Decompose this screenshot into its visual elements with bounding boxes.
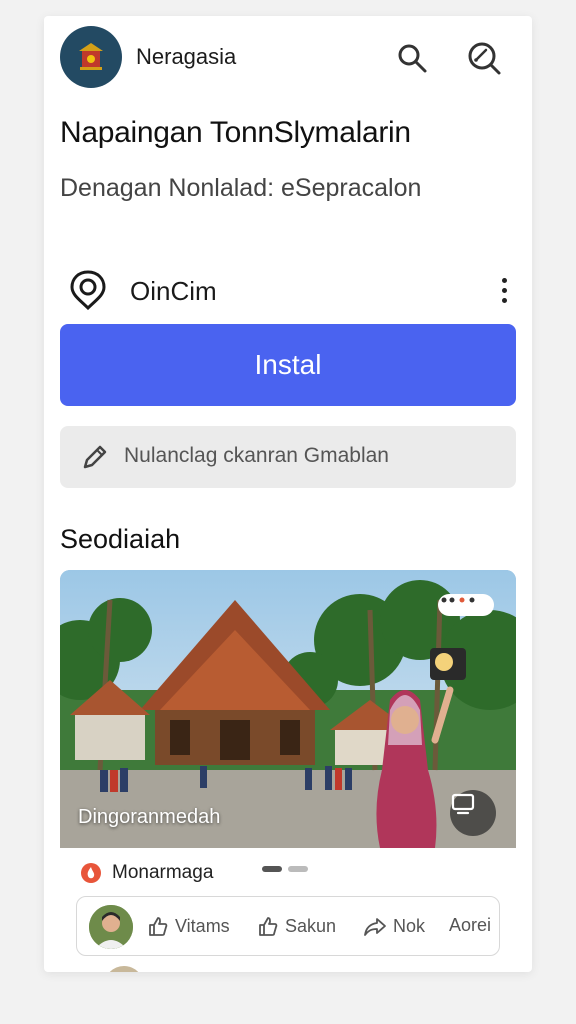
meta-label: Monarmaga: [112, 862, 214, 883]
thumbs-up-icon: [149, 917, 168, 936]
like-label: Vitams: [175, 915, 230, 936]
save-button[interactable]: Sakun: [257, 915, 336, 937]
action-bar: Vitams Sakun Nok Aorei: [76, 896, 500, 956]
location-pin-icon: [66, 268, 110, 312]
dots-icon[interactable]: [438, 594, 494, 616]
install-button[interactable]: Instal: [60, 324, 516, 406]
more-label: Aorei: [449, 915, 492, 935]
like-button[interactable]: Vitams: [147, 915, 230, 937]
hero-image[interactable]: Dingoranmedah: [60, 570, 516, 848]
search-icon[interactable]: [392, 38, 432, 78]
screen-cast-icon[interactable]: [450, 790, 496, 836]
avatar[interactable]: [89, 905, 133, 949]
carousel-pager: [262, 866, 310, 874]
share-button[interactable]: Nok: [363, 915, 425, 937]
next-item-avatar: [104, 966, 144, 972]
section-title: Seodiaiah: [60, 524, 181, 554]
save-label: Sakun: [285, 915, 337, 936]
article-subline: Denagan Nonlalad: eSepracalon: [60, 174, 422, 202]
share-label: Nok: [393, 915, 426, 936]
edit-field[interactable]: Nulanclag ckanran Gmablan: [60, 426, 516, 488]
app-logo[interactable]: [60, 26, 122, 88]
thumbs-up-icon: [259, 917, 278, 936]
more-button[interactable]: Aorei: [449, 915, 491, 936]
top-bar: Neragasia: [44, 16, 532, 100]
flame-icon: [80, 862, 102, 884]
source-name: OinCim: [130, 276, 217, 306]
article-headline: Napaingan TonnSlymalarin: [60, 116, 411, 149]
app-name: Neragasia: [136, 44, 237, 69]
pencil-icon: [80, 442, 110, 472]
lens-search-icon[interactable]: [464, 38, 504, 78]
hero-caption: Dingoranmedah: [78, 806, 221, 828]
meta-row: Monarmaga: [60, 854, 516, 890]
app-screen: Neragasia Napaingan TonnSlymalarin Denag…: [44, 16, 532, 972]
edit-field-value: Nulanclag ckanran Gmablan: [124, 444, 389, 467]
share-arrow-icon: [364, 918, 386, 936]
source-row[interactable]: OinCim: [60, 264, 520, 316]
more-vertical-icon[interactable]: [488, 270, 520, 310]
